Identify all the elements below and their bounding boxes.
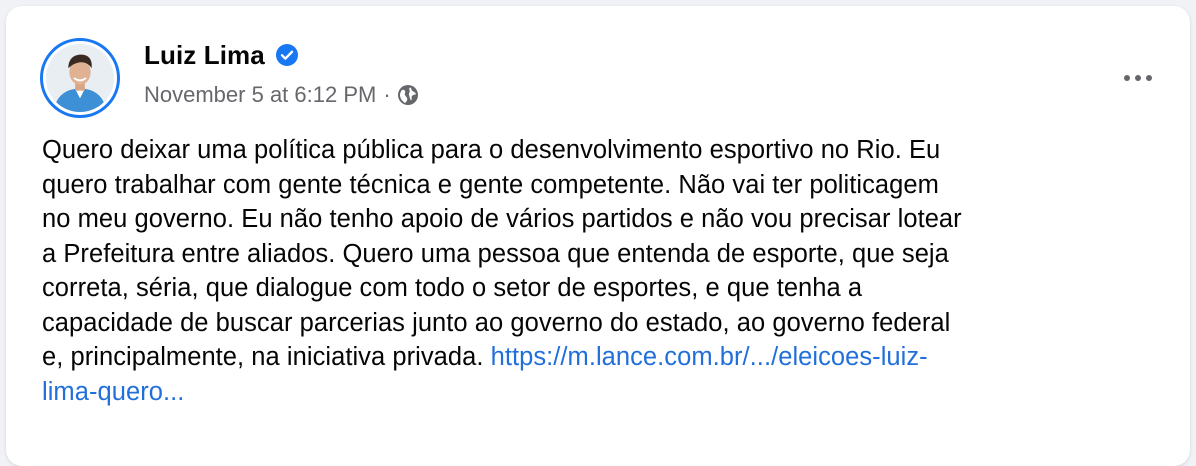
post-header: Luiz Lima November 5 at 6:12 PM · xyxy=(40,32,1160,118)
author-name[interactable]: Luiz Lima xyxy=(144,40,265,71)
meta-separator: · xyxy=(383,82,391,107)
post-text: Quero deixar uma política pública para o… xyxy=(42,133,1122,409)
avatar-image xyxy=(46,44,114,112)
post-text-line: e, principalmente, na iniciativa privada… xyxy=(42,343,491,371)
dot-icon xyxy=(1124,75,1130,81)
author-row: Luiz Lima xyxy=(144,38,299,72)
post-meta: November 5 at 6:12 PM · xyxy=(144,80,419,110)
dot-icon xyxy=(1135,75,1141,81)
verified-badge-icon xyxy=(275,43,299,67)
post-text-line: Quero deixar uma política pública para o… xyxy=(42,136,941,164)
post-link-part1: https://m.lance.com.br/.../eleicoes-luiz… xyxy=(490,343,928,371)
dot-icon xyxy=(1146,75,1152,81)
post-text-line: quero trabalhar com gente técnica e gent… xyxy=(42,170,939,199)
post-text-line: no meu governo. Eu não tenho apoio de vá… xyxy=(42,205,962,233)
post-text-line: correta, séria, que dialogue com todo o … xyxy=(42,274,863,302)
post-link-part2: lima-quero... xyxy=(42,377,185,406)
post-card: Luiz Lima November 5 at 6:12 PM · Quero … xyxy=(6,6,1190,466)
more-options-button[interactable] xyxy=(1116,56,1160,100)
avatar[interactable] xyxy=(40,38,120,118)
post-timestamp[interactable]: November 5 at 6:12 PM xyxy=(144,82,376,108)
post-text-line: a Prefeitura entre aliados. Quero uma pe… xyxy=(42,239,949,268)
post-text-line: capacidade de buscar parcerias junto ao … xyxy=(42,308,951,337)
globe-icon[interactable] xyxy=(397,84,419,106)
profile-photo-icon xyxy=(46,44,114,112)
